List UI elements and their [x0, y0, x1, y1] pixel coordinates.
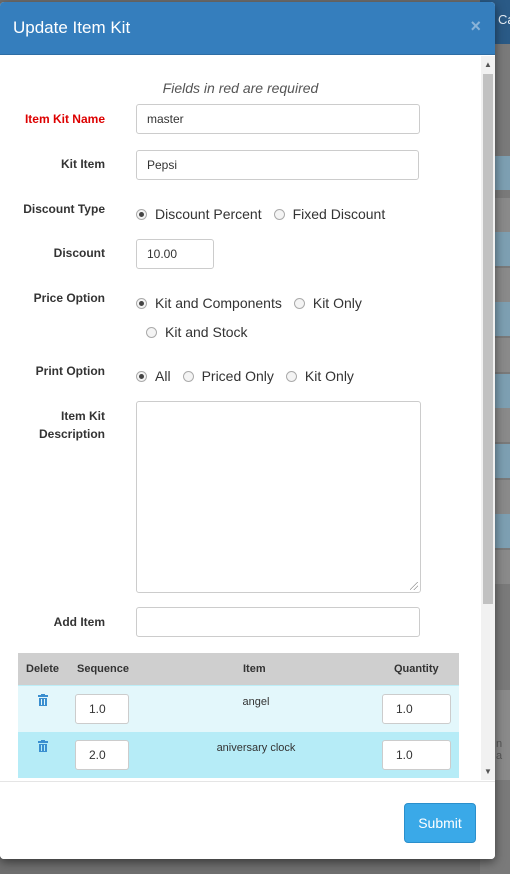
discount-type-label: Discount Type — [23, 202, 105, 216]
radio-dot — [136, 297, 147, 309]
radio-dot — [293, 297, 305, 309]
fixed-discount-radio[interactable]: Fixed Discount — [273, 206, 385, 222]
header-delete: Delete — [26, 663, 60, 675]
add-item-label: Add Item — [53, 615, 105, 629]
price-option-radios: Kit and Components Kit Only — [136, 295, 374, 311]
print-option-label: Print Option — [35, 364, 105, 378]
price-option-radios-row2: Kit and Stock — [146, 324, 260, 340]
item-kit-name-label: Item Kit Name — [24, 112, 105, 126]
sequence-input[interactable]: 1.0 — [75, 694, 129, 724]
kit-and-stock-radio[interactable]: Kit and Stock — [146, 324, 248, 340]
radio-dot — [182, 370, 194, 382]
modal-scrollbar[interactable]: ▲ ▼ — [481, 56, 495, 780]
discount-label: Discount — [53, 246, 105, 260]
priced-only-radio[interactable]: Priced Only — [182, 368, 274, 384]
price-option-label: Price Option — [33, 291, 105, 305]
modal-body: Fields in red are required Item Kit Name… — [0, 56, 481, 780]
header-quantity: Quantity — [394, 663, 439, 675]
kit-item-input[interactable]: Pepsi — [136, 150, 419, 180]
scroll-up-arrow-icon[interactable]: ▲ — [484, 60, 492, 69]
discount-input[interactable]: 10.00 — [136, 239, 214, 269]
radio-dot — [136, 370, 147, 382]
modal-footer: Submit — [0, 781, 495, 859]
print-all-radio[interactable]: All — [136, 368, 171, 384]
table-row: 1.0 angel 1.0 — [18, 685, 459, 732]
resize-handle-icon[interactable] — [410, 582, 418, 590]
quantity-input[interactable]: 1.0 — [382, 740, 451, 770]
kit-item-label: Kit Item — [60, 157, 105, 171]
item-kit-name-input[interactable]: master — [136, 104, 420, 134]
radio-dot — [285, 370, 297, 382]
kit-only-price-radio[interactable]: Kit Only — [293, 295, 362, 311]
table-row: 2.0 aniversary clock 1.0 — [18, 732, 459, 778]
close-icon[interactable]: × — [470, 16, 481, 37]
kit-items-table: Delete Sequence Item Quantity 1.0 angel … — [18, 653, 459, 778]
kit-only-print-radio[interactable]: Kit Only — [285, 368, 354, 384]
update-item-kit-modal: Update Item Kit × Fields in red are requ… — [0, 2, 495, 859]
scroll-thumb[interactable] — [483, 74, 493, 604]
discount-type-radios: Discount Percent Fixed Discount — [136, 206, 397, 222]
table-header: Delete Sequence Item Quantity — [18, 653, 459, 685]
radio-dot — [146, 326, 157, 338]
radio-dot — [273, 208, 285, 220]
header-item: Item — [243, 663, 266, 675]
sequence-input[interactable]: 2.0 — [75, 740, 129, 770]
print-option-radios: All Priced Only Kit Only — [136, 368, 366, 384]
trash-icon[interactable] — [38, 740, 48, 755]
trash-icon[interactable] — [38, 694, 48, 709]
item-name: aniversary clock — [216, 742, 296, 754]
modal-header: Update Item Kit × — [0, 2, 495, 55]
kit-and-components-radio[interactable]: Kit and Components — [136, 295, 282, 311]
submit-button[interactable]: Submit — [404, 803, 476, 843]
header-sequence: Sequence — [77, 663, 129, 675]
description-textarea[interactable] — [136, 401, 421, 593]
radio-dot — [136, 208, 147, 220]
scroll-down-arrow-icon[interactable]: ▼ — [484, 767, 492, 776]
description-label: Item Kit Description — [38, 409, 105, 441]
modal-title: Update Item Kit — [13, 18, 131, 37]
item-name: angel — [242, 696, 270, 708]
add-item-input[interactable] — [136, 607, 420, 637]
quantity-input[interactable]: 1.0 — [382, 694, 451, 724]
discount-percent-radio[interactable]: Discount Percent — [136, 206, 262, 222]
required-note: Fields in red are required — [162, 80, 319, 96]
